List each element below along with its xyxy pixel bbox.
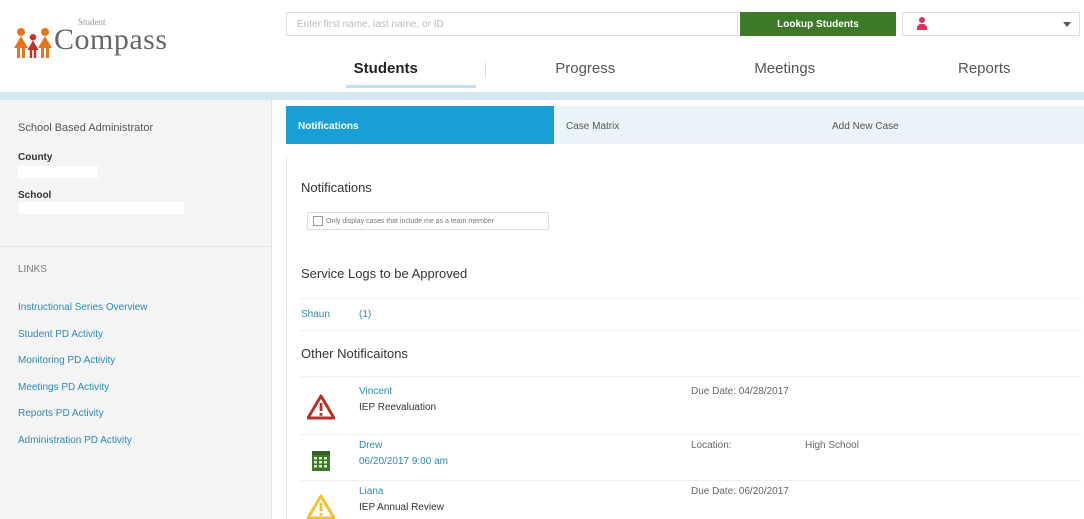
- notification-type: IEP Annual Review: [359, 502, 444, 513]
- sidebar-link-instructional-series[interactable]: Instructional Series Overview: [18, 302, 148, 329]
- team-member-filter: Only display cases that include me as a …: [307, 212, 549, 230]
- links-list: Instructional Series Overview Student PD…: [18, 302, 148, 461]
- logo-title: Compass: [54, 23, 168, 56]
- sidebar-link-monitoring-pd[interactable]: Monitoring PD Activity: [18, 355, 148, 382]
- tab-progress[interactable]: Progress: [486, 48, 686, 88]
- links-heading: LINKS: [18, 264, 47, 275]
- lookup-students-button[interactable]: Lookup Students: [740, 12, 896, 36]
- tab-add-new-case[interactable]: Add New Case: [822, 106, 1084, 144]
- warning-red-icon: [307, 394, 335, 420]
- sidebar-link-meetings-pd[interactable]: Meetings PD Activity: [18, 382, 148, 409]
- service-logs-heading: Service Logs to be Approved: [301, 266, 468, 281]
- school-label: School: [18, 190, 52, 201]
- tab-students[interactable]: Students: [286, 48, 486, 88]
- notification-due-date: Due Date: 04/28/2017: [691, 386, 789, 397]
- warning-yellow-icon: [307, 494, 335, 519]
- chevron-down-icon: [1063, 22, 1071, 27]
- sub-tabs: Notifications Case Matrix Add New Case: [286, 106, 1084, 144]
- team-member-checkbox-label[interactable]: Only display cases that include me as a …: [326, 218, 494, 225]
- notification-student-link[interactable]: Vincent: [359, 386, 392, 397]
- notification-row: Drew 06/20/2017 9:00 am Location: High S…: [301, 438, 1081, 486]
- nav-divider: [485, 62, 486, 78]
- other-notifications-heading: Other Notificaitons: [301, 346, 408, 361]
- team-member-checkbox[interactable]: [313, 216, 323, 226]
- tab-meetings[interactable]: Meetings: [685, 48, 885, 88]
- notifications-heading: Notifications: [301, 180, 372, 195]
- student-search-input[interactable]: [286, 12, 738, 36]
- notification-row: Liana IEP Annual Review Due Date: 06/20/…: [301, 484, 1081, 519]
- service-log-count: (1): [359, 309, 372, 320]
- notification-due-date: Due Date: 06/20/2017: [691, 486, 789, 497]
- user-icon: [917, 17, 927, 31]
- notification-location-value: High School: [805, 440, 859, 451]
- tab-notifications[interactable]: Notifications: [286, 106, 554, 144]
- notification-location-label: Location:: [691, 440, 732, 451]
- county-label: County: [18, 152, 53, 163]
- county-value: [18, 166, 98, 178]
- sidebar-link-administration-pd[interactable]: Administration PD Activity: [18, 435, 148, 462]
- divider: [301, 298, 1081, 299]
- calendar-icon: [312, 451, 330, 471]
- main-content: Notifications Only display cases that in…: [286, 156, 1084, 519]
- notification-student-link[interactable]: Drew: [359, 440, 382, 451]
- app-logo[interactable]: Student Compass: [14, 17, 168, 58]
- sidebar: School Based Administrator County School…: [0, 100, 272, 519]
- main-nav: Students Progress Meetings Reports: [286, 48, 1084, 88]
- notification-row: Vincent IEP Reevaluation Due Date: 04/28…: [301, 384, 1081, 432]
- divider: [301, 434, 1081, 435]
- tab-case-matrix[interactable]: Case Matrix: [554, 106, 822, 144]
- divider: [301, 330, 1081, 331]
- tab-reports[interactable]: Reports: [885, 48, 1084, 88]
- user-role: School Based Administrator: [18, 122, 154, 134]
- school-value: [18, 202, 184, 214]
- logo-subtitle: Student: [78, 17, 106, 27]
- sidebar-link-reports-pd[interactable]: Reports PD Activity: [18, 408, 148, 435]
- service-log-student-link[interactable]: Shaun: [301, 309, 330, 320]
- meeting-datetime-link[interactable]: 06/20/2017 9:00 am: [359, 456, 448, 467]
- user-menu-dropdown[interactable]: [902, 12, 1080, 36]
- logo-figures-icon: [14, 22, 52, 58]
- header-band: [0, 92, 1084, 100]
- divider: [301, 480, 1081, 481]
- notification-student-link[interactable]: Liana: [359, 486, 383, 497]
- sidebar-divider: [0, 246, 272, 247]
- sidebar-link-student-pd[interactable]: Student PD Activity: [18, 329, 148, 356]
- notification-type: IEP Reevaluation: [359, 402, 437, 413]
- divider: [301, 376, 1081, 377]
